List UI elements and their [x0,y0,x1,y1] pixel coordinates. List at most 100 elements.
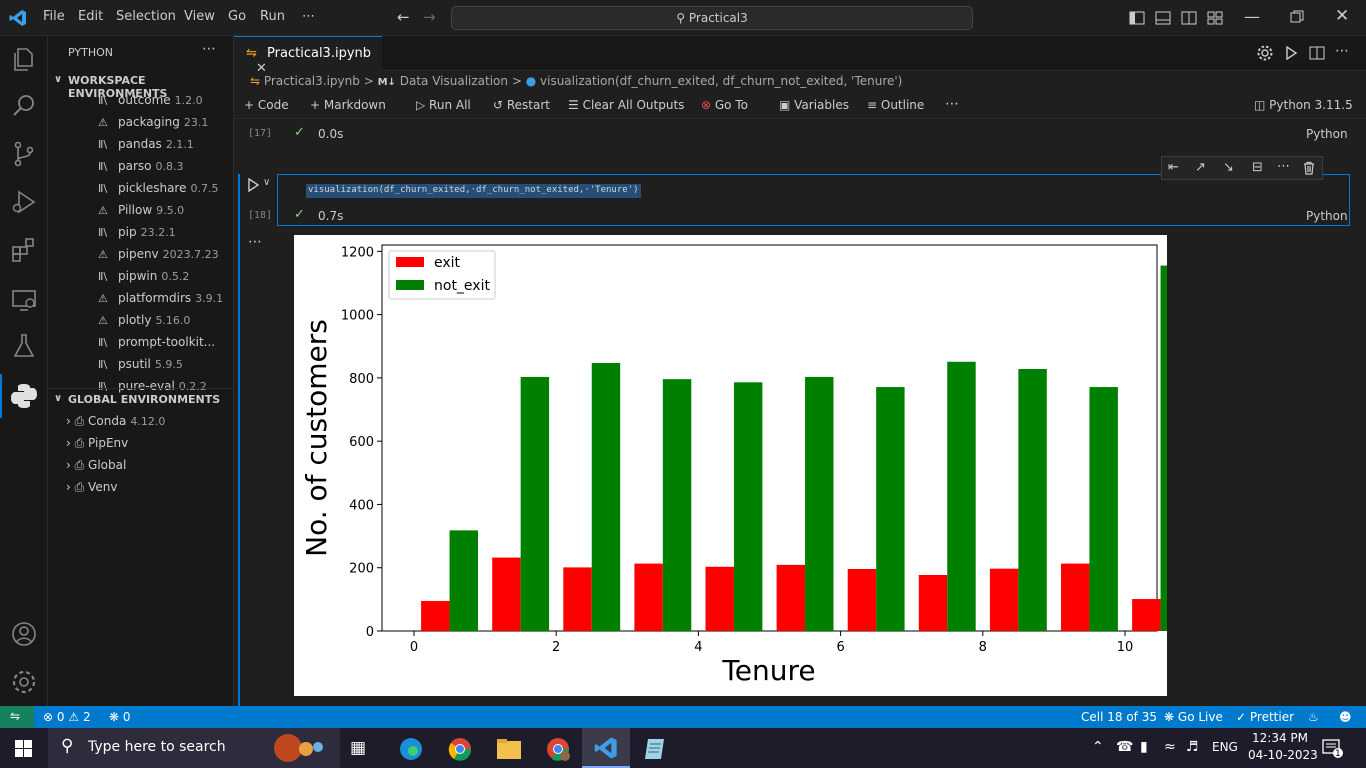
package-item[interactable]: Ⅱ\ pandas 2.1.1 [98,137,194,151]
breadcrumb-symbol[interactable]: visualization(df_churn_exited, df_churn_… [540,74,902,88]
problems-indicator[interactable]: ⊗ 0 ⚠ 2 [43,710,91,724]
package-item[interactable]: Ⅱ\ pip 23.2.1 [98,225,176,239]
global-env-item[interactable]: › ⎙ PipEnv [66,436,132,451]
remote-indicator[interactable]: ⇋ [0,706,34,728]
show-hidden-icons-chevron-icon[interactable]: ⌃ [1092,739,1104,755]
account-icon[interactable] [10,620,38,648]
meet-now-icon[interactable]: ☎ [1116,739,1133,755]
kernel-picker[interactable]: ◫ Python 3.11.5 [1254,98,1353,112]
package-item[interactable]: Ⅱ\ outcome 1.2.0 [98,93,203,107]
clear-outputs-button[interactable]: ☰ Clear All Outputs [568,98,684,112]
notepad-app-icon[interactable] [643,736,669,762]
command-center-search[interactable]: ⚲ Practical3 [451,6,973,30]
task-view-icon[interactable]: ▦ [350,738,366,758]
variables-button[interactable]: ▣ Variables [779,98,849,112]
execute-cell-icon[interactable] [246,178,260,192]
cell-18-code[interactable]: visualization(df_churn_exited,·df_churn_… [306,184,641,198]
back-arrow-icon[interactable]: ← [397,8,410,26]
remote-explorer-icon[interactable] [10,286,38,314]
breadcrumb-section[interactable]: Data Visualization [400,74,508,88]
outline-button[interactable]: ≡ Outline [867,98,924,112]
toggle-secondary-sidebar-icon[interactable] [1181,10,1197,26]
package-item[interactable]: Ⅱ\ pipwin 0.5.2 [98,269,189,283]
prettier-button[interactable]: ✓ Prettier [1236,710,1294,724]
split-cell-icon[interactable]: ⊟ [1252,160,1263,175]
cell-18-language[interactable]: Python [1306,209,1348,223]
add-code-cell-button[interactable]: + Code [244,98,289,112]
menu-view[interactable]: View [184,9,215,24]
go-to-button[interactable]: ⊗ Go To [701,98,748,112]
customize-layout-icon[interactable] [1207,10,1223,26]
code-cell-18[interactable] [277,174,1350,226]
execute-above-icon[interactable]: ↗ [1195,160,1206,175]
language-indicator[interactable]: ENG [1212,740,1238,754]
run-debug-icon[interactable] [10,188,38,216]
global-env-item[interactable]: › ⎙ Global [66,458,130,473]
package-item[interactable]: ⚠ platformdirs 3.9.1 [98,291,223,305]
go-live-button[interactable]: ❋ Go Live [1164,710,1223,724]
add-markdown-cell-button[interactable]: + Markdown [310,98,386,112]
cell-position[interactable]: Cell 18 of 35 [1081,710,1157,724]
toolbar-more-icon[interactable]: ⋯ [945,96,959,112]
clock-date[interactable]: 04-10-2023 [1248,748,1318,762]
extensions-icon[interactable] [10,236,38,264]
python-icon[interactable] [10,382,38,410]
package-item[interactable]: Ⅱ\ psutil 5.9.5 [98,357,183,371]
package-item[interactable]: ⚠ pipenv 2023.7.23 [98,247,219,261]
menu-edit[interactable]: Edit [78,9,103,24]
run-above-icon[interactable]: ⇤ [1168,160,1179,175]
manage-gear-icon[interactable] [10,668,38,696]
breadcrumb-file[interactable]: Practical3.ipynb [264,74,360,88]
run-icon[interactable] [1284,46,1298,60]
edge-browser-icon[interactable] [398,736,424,762]
package-item[interactable]: Ⅱ\ pure-eval 0.2.2 [98,379,207,393]
package-item[interactable]: ⚠ packaging 23.1 [98,115,208,129]
output-more-icon[interactable]: ⋯ [248,234,262,250]
wifi-icon[interactable]: ≈ [1164,739,1176,755]
volume-icon[interactable]: ♬ [1186,739,1199,755]
search-icon[interactable] [10,92,38,120]
minimize-icon[interactable]: — [1244,7,1260,26]
global-env-item[interactable]: › ⎙ Venv [66,480,121,495]
sidebar-more-icon[interactable]: ⋯ [202,41,216,57]
toggle-primary-sidebar-icon[interactable] [1129,10,1145,26]
file-explorer-folder-icon[interactable] [496,737,522,761]
package-item[interactable]: ⚠ plotly 5.16.0 [98,313,190,327]
menu-more[interactable]: ⋯ [302,9,315,24]
notifications-bell-icon[interactable]: ♨ [1308,710,1319,724]
ports-indicator[interactable]: ❋ 0 [109,710,131,724]
menu-file[interactable]: File [43,9,65,24]
source-control-icon[interactable] [10,140,38,168]
vscode-logo-icon[interactable] [9,9,27,27]
explorer-icon[interactable] [10,46,38,74]
chrome-profile-icon[interactable] [545,736,571,762]
clock-time[interactable]: 12:34 PM [1252,731,1308,745]
taskbar-vscode-active[interactable] [582,728,630,768]
package-item[interactable]: Ⅱ\ parso 0.8.3 [98,159,184,173]
chrome-icon[interactable] [447,736,473,762]
editor-more-icon[interactable]: ⋯ [1335,43,1349,59]
execute-below-icon[interactable]: ↘ [1223,160,1234,175]
package-item[interactable]: Ⅱ\ pickleshare 0.7.5 [98,181,218,195]
cell-more-icon[interactable]: ⋯ [1277,159,1290,174]
notebook-settings-gear-icon[interactable] [1257,45,1273,61]
cell-17-language[interactable]: Python [1306,127,1348,141]
chevron-down-icon[interactable]: ∨ [263,177,270,188]
global-env-item[interactable]: › ⎙ Conda 4.12.0 [66,414,165,429]
run-all-button[interactable]: ▷ Run All [416,98,471,112]
restart-button[interactable]: ↺ Restart [493,98,550,112]
toggle-panel-icon[interactable] [1155,10,1171,26]
taskbar-search-box[interactable]: ⚲ Type here to search [48,728,340,768]
split-editor-icon[interactable] [1309,45,1325,61]
close-window-icon[interactable]: ✕ [1335,6,1349,26]
package-item[interactable]: ⚠ Pillow 9.5.0 [98,203,184,217]
package-item[interactable]: Ⅱ\ prompt-toolkit... [98,335,219,349]
testing-flask-icon[interactable] [10,332,38,360]
windows-start-icon[interactable] [15,740,32,757]
delete-cell-trash-icon[interactable] [1302,161,1316,175]
menu-selection[interactable]: Selection [116,9,176,24]
feedback-icon[interactable]: ☻ [1339,710,1352,724]
menu-run[interactable]: Run [260,9,285,24]
forward-arrow-icon[interactable]: → [423,8,436,26]
restore-icon[interactable] [1290,10,1304,24]
